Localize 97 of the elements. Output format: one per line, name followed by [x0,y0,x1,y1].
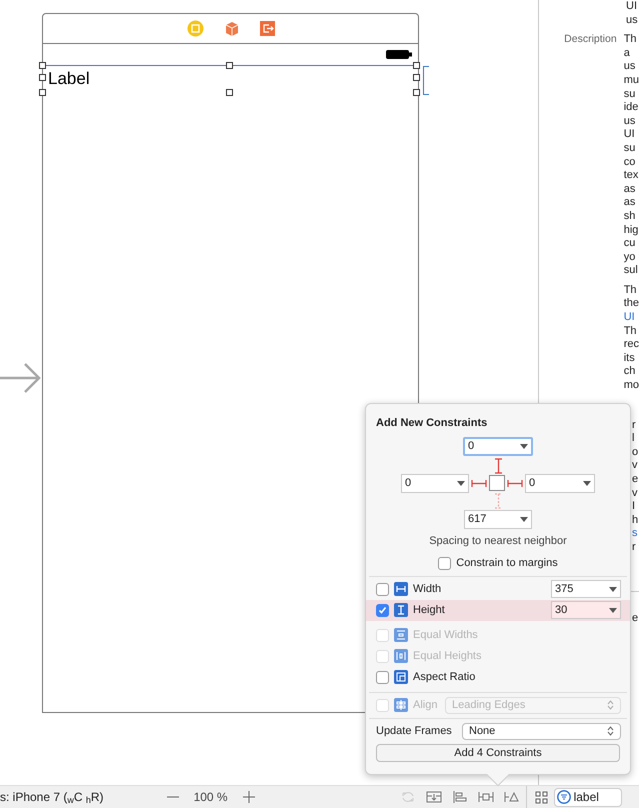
aspect-constraint-icon [394,670,408,684]
checkmark-icon [378,606,387,614]
value-combo-box[interactable]: 375 [551,580,621,598]
inspector-text: e [632,612,639,626]
stepper-arrows-icon [607,726,614,736]
value-combo-box[interactable]: 30 [551,601,621,619]
value-combo-box[interactable]: 617 [464,510,532,528]
value-combo-box[interactable]: 0 [401,474,469,492]
add-constraints-button[interactable]: Add 4 Constraints [376,744,620,762]
inspector-text: v [632,459,638,473]
constraint-label: Equal Heights [413,648,482,664]
inspector-text: a [624,46,631,60]
inspector-text: sh [624,210,636,224]
inspector-text: l [632,432,636,446]
constraint-label: Equal Widths [413,628,478,643]
inspector-text: as [624,182,636,196]
view-controller-icon [186,20,204,37]
inspector-text: Th [624,324,638,338]
checkbox-label: Constrain to margins [456,556,558,571]
inspector-text: yo [624,250,636,264]
inspector-text: as [624,196,636,210]
embed-icon[interactable] [426,790,442,804]
inspector-text: us [624,114,636,128]
inspector-text: ide [624,101,639,115]
spacing-caption: Spacing to nearest neighbor [429,534,567,548]
checkbox[interactable] [376,582,389,596]
update-frames-label: Update Frames [376,724,453,739]
inspector-text: sul [624,264,639,278]
inspector-text: mo [624,379,639,393]
inspector-text: Th [624,33,638,47]
resize-handle[interactable] [413,89,420,96]
inspector-text: UI [624,128,636,142]
constraint-label: Aspect Ratio [413,670,476,685]
inspector-text: o [632,446,639,460]
zoom-in-icon[interactable] [242,790,256,804]
inspector-text: the [624,297,639,312]
inspector-text: mu [624,74,639,88]
cube-icon [224,20,240,36]
label-view[interactable]: Label [43,65,418,94]
inspector-text: su [624,88,636,102]
inspector-text: v [632,486,638,500]
view-square [489,475,505,491]
filter-icon [556,790,571,804]
constraint-label: Height [413,602,446,618]
inspector-text: cu [624,237,636,251]
inspector-text: I [632,500,636,514]
checkbox[interactable] [438,556,452,570]
device-config-label[interactable]: s: iPhone 7 ($_{w}$C $_{h}$R) [0,788,104,806]
resize-handle[interactable] [226,89,233,96]
inspector-text: us [624,60,636,74]
stepper-arrows-icon [607,700,614,710]
height-constraint-icon [394,603,408,617]
inspector-field-label: Description [563,33,618,48]
constraint-label: Align [413,698,438,713]
spacing-strut[interactable] [494,458,502,474]
inspector-text: co [624,156,636,170]
checkbox[interactable] [376,604,389,616]
spacing-strut[interactable] [471,478,487,488]
width-constraint-icon [394,582,408,596]
inspector-text: hig [624,224,639,238]
inspector-text: h [632,514,639,528]
popover-title: Add New Constraints [376,416,488,431]
constraint-label: Width [413,582,442,597]
exit-icon [260,21,274,36]
filter-field[interactable]: label [554,788,622,806]
spacing-strut[interactable] [507,478,523,488]
height-bracket [423,66,429,95]
inspector-text: Th [624,284,638,298]
label-text: Label [48,69,90,89]
equal-heights-constraint-icon [394,649,408,663]
battery-icon [386,50,412,59]
checkbox[interactable] [376,670,389,684]
inspector-link[interactable]: UI [624,311,639,325]
update-frames-select[interactable]: None [462,722,621,740]
inspector-text: tex [624,169,639,183]
inspector-text: su [624,142,636,156]
pin-icon[interactable] [478,790,494,804]
equal-widths-constraint-icon [394,628,408,642]
inspector-text: its [624,352,636,366]
inspector-link[interactable]: s [632,527,639,541]
inspector-text: e [632,473,639,487]
zoom-level: 100 % [194,789,228,806]
inspector-text: us [626,14,639,28]
inspector-text: ch [624,365,636,380]
inspector-text: UI [626,0,638,14]
inspector-text: r [632,540,637,555]
value-combo-box[interactable]: 0 [525,474,595,492]
entry-arrow-icon [0,362,42,394]
grid-icon[interactable] [534,790,548,804]
inspector-text: r [632,418,637,432]
resolve-icon[interactable] [504,790,520,804]
resize-handle[interactable] [39,89,46,96]
inspector-text: rec [624,338,639,352]
align-constraint-icon [394,698,408,712]
align-icon[interactable] [452,790,468,804]
value-combo-box[interactable]: 0 [463,436,533,456]
resize-handle[interactable] [226,62,233,69]
